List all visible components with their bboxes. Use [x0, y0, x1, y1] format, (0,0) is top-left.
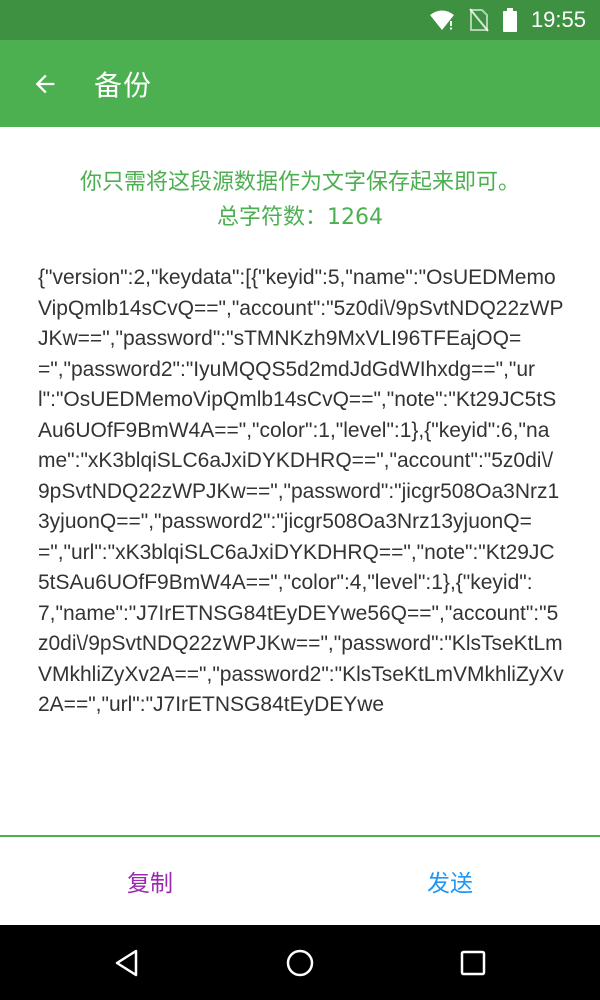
system-nav-bar — [0, 925, 600, 1000]
send-button[interactable]: 发送 — [300, 837, 600, 925]
nav-back-button[interactable] — [97, 933, 157, 993]
page-title: 备份 — [94, 68, 153, 102]
app-bar: 备份 — [0, 40, 600, 127]
battery-icon — [502, 8, 517, 32]
circle-home-icon — [286, 949, 314, 976]
nav-home-button[interactable] — [270, 933, 330, 993]
status-time: 19:55 — [530, 7, 586, 32]
bottom-action-bar: 复制 发送 — [0, 835, 600, 925]
char-count-value: 1264 — [327, 205, 383, 230]
backup-data-text[interactable]: {"version":2,"keydata":[{"keyid":5,"name… — [38, 263, 564, 721]
arrow-back-icon — [35, 74, 55, 93]
char-count-label: 总字符数： — [216, 205, 327, 230]
copy-button[interactable]: 复制 — [0, 837, 300, 925]
backup-content: 你只需将这段源数据作为文字保存起来即可。 总字符数：1264 {"version… — [0, 127, 600, 835]
back-button[interactable] — [0, 40, 90, 127]
triangle-back-icon — [115, 949, 137, 976]
wifi-icon — [429, 9, 455, 31]
status-bar: 19:55 — [0, 0, 600, 40]
nav-recents-button[interactable] — [443, 933, 503, 993]
char-count: 总字符数：1264 — [0, 200, 600, 235]
backup-hint: 你只需将这段源数据作为文字保存起来即可。 — [79, 170, 520, 195]
no-sim-icon — [469, 8, 489, 32]
square-recents-icon — [461, 950, 486, 975]
